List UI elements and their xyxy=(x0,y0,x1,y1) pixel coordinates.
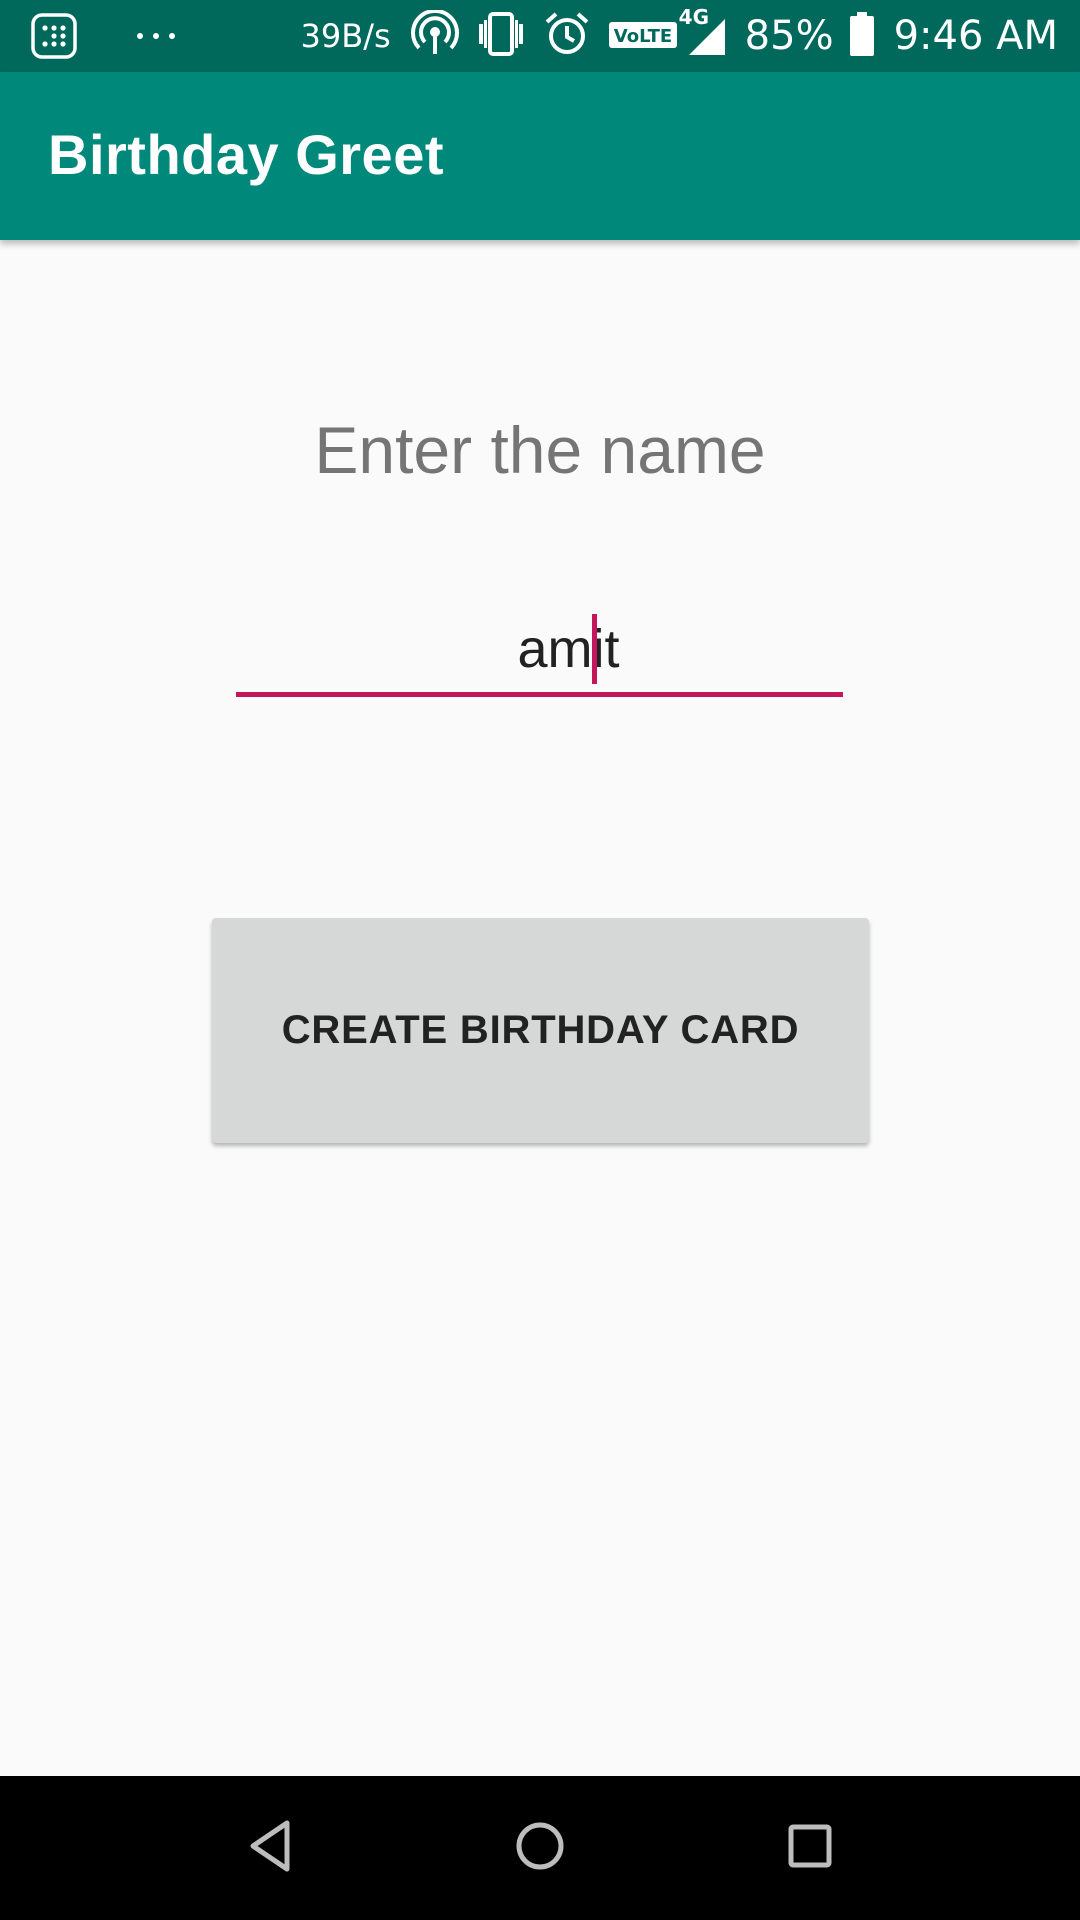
app-grid-icon xyxy=(30,12,78,64)
alarm-icon xyxy=(543,10,591,62)
signal-icon: 4G xyxy=(679,5,729,63)
navigation-bar xyxy=(0,1776,1080,1920)
recents-icon xyxy=(787,1823,833,1874)
screen: 39B/s VoLTE 4G 85% 9:46 AM Birthday Gree… xyxy=(0,0,1080,1920)
name-field[interactable] xyxy=(236,608,843,698)
back-button[interactable] xyxy=(200,1776,340,1920)
more-dots-icon xyxy=(134,12,178,64)
network-type: 4G xyxy=(678,5,710,29)
home-button[interactable] xyxy=(470,1776,610,1920)
app-title: Birthday Greet xyxy=(48,123,444,186)
home-icon xyxy=(514,1820,566,1877)
create-birthday-card-button[interactable]: CREATE BIRTHDAY CARD xyxy=(212,918,869,1143)
volte-icon: VoLTE xyxy=(607,14,679,58)
network-speed: 39B/s xyxy=(300,17,391,55)
name-input[interactable] xyxy=(236,608,843,690)
name-input-underline xyxy=(236,692,843,697)
status-right: 39B/s VoLTE 4G 85% 9:46 AM xyxy=(301,0,1058,72)
clock-time: 9:46 AM xyxy=(893,13,1058,59)
vibrate-icon xyxy=(475,10,527,62)
status-bar: 39B/s VoLTE 4G 85% 9:46 AM xyxy=(0,0,1080,72)
status-left xyxy=(30,12,194,64)
hotspot-icon xyxy=(410,8,459,62)
text-cursor xyxy=(592,614,597,684)
back-icon xyxy=(245,1819,295,1878)
app-bar: Birthday Greet xyxy=(0,72,1080,240)
battery-icon xyxy=(848,10,876,62)
volte-label: VoLTE xyxy=(613,26,671,47)
name-prompt-label: Enter the name xyxy=(314,413,766,487)
battery-percent: 85% xyxy=(744,13,834,59)
recents-button[interactable] xyxy=(740,1776,880,1920)
